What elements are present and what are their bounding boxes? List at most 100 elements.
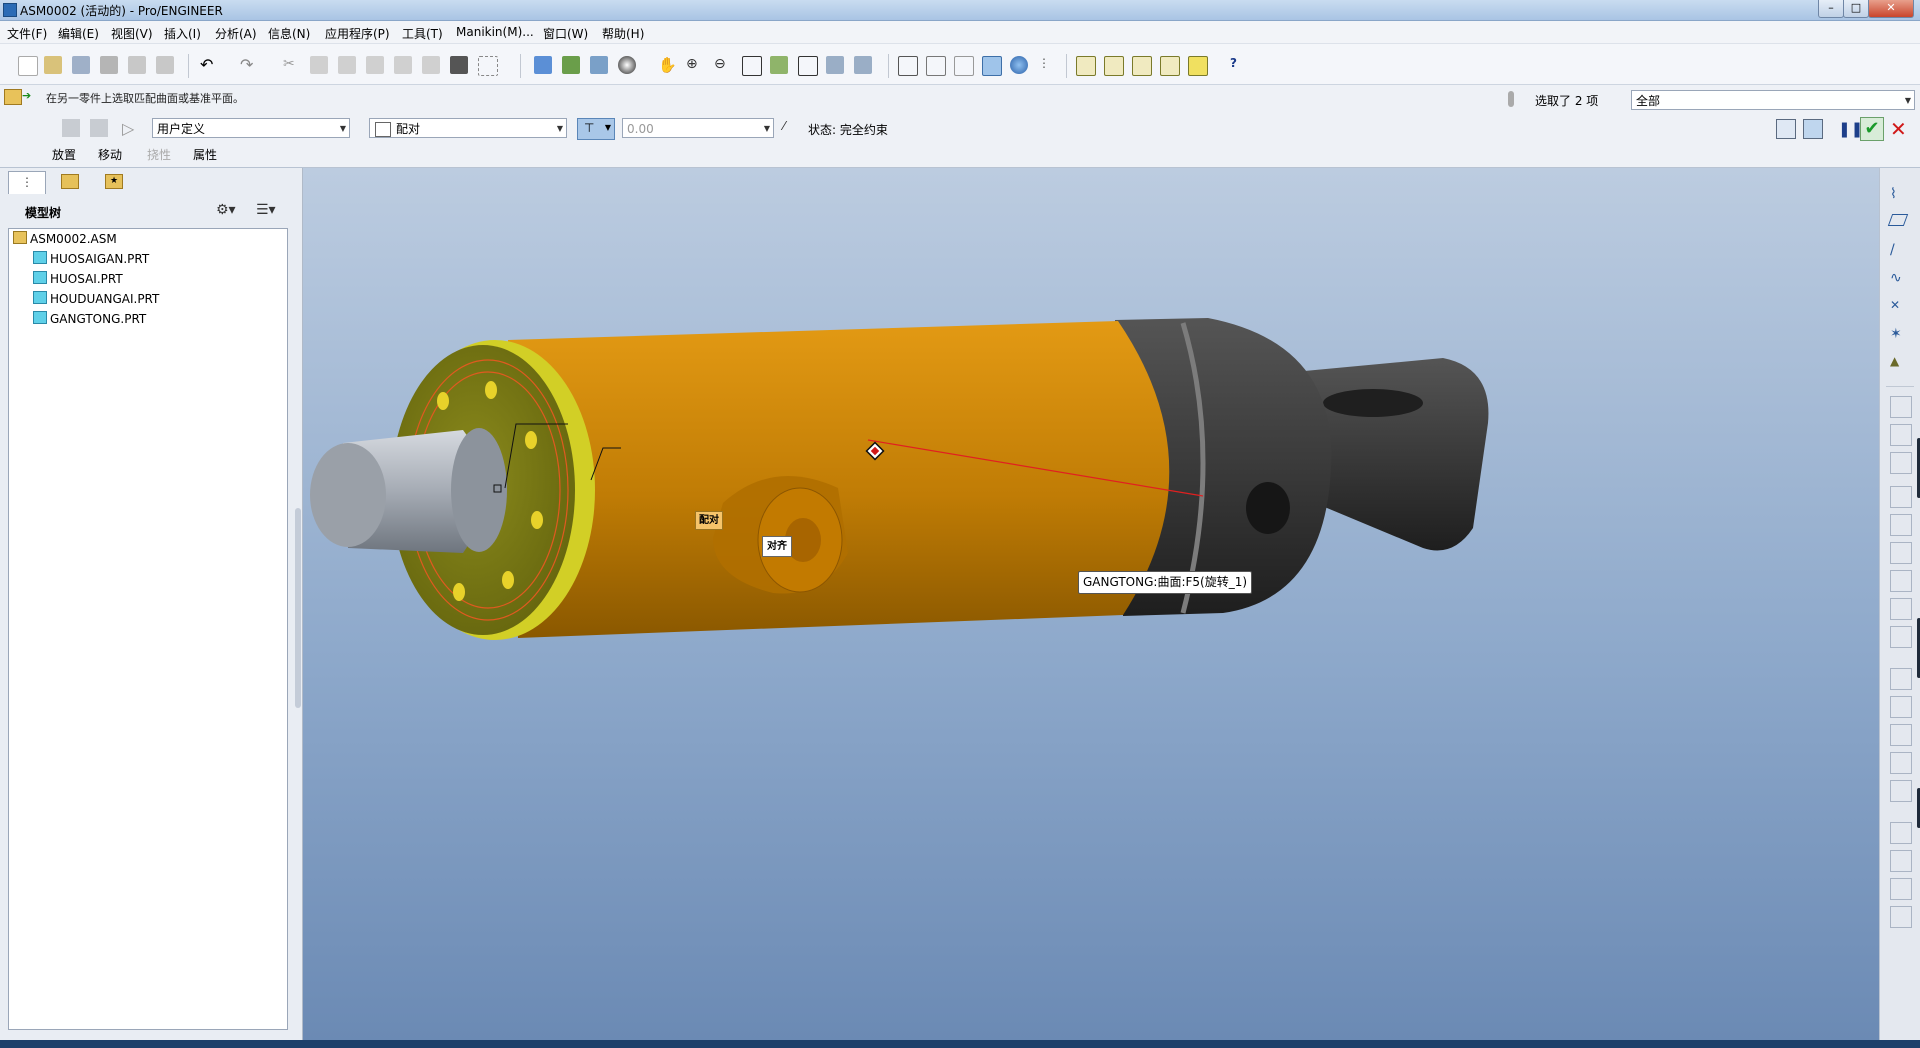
component-icon[interactable] [1890, 396, 1912, 418]
rib-icon[interactable] [1890, 878, 1912, 900]
model-tree-toggle-icon[interactable]: ⋮ [1038, 56, 1056, 74]
menu-edit[interactable]: 编辑(E) [58, 25, 99, 42]
datum-curve-icon[interactable]: ∿ [1890, 270, 1910, 290]
show-component-icon[interactable]: ▷ [122, 119, 140, 138]
enhanced-realism-icon[interactable] [1010, 56, 1028, 74]
open-file-icon[interactable] [44, 56, 62, 74]
zoom-out-icon[interactable]: ⊖ [714, 56, 732, 74]
component-window-icon[interactable] [1803, 119, 1823, 139]
flip-constraint-icon[interactable]: ⁄ [783, 119, 799, 135]
saved-views-icon[interactable] [798, 56, 818, 76]
menu-insert[interactable]: 插入(I) [164, 25, 201, 42]
print-icon[interactable] [100, 56, 118, 74]
refit-icon[interactable] [742, 56, 762, 76]
round-icon[interactable] [1890, 570, 1912, 592]
datum-axis-icon[interactable]: / [1890, 242, 1910, 262]
context-help-icon[interactable]: ? [1230, 56, 1248, 74]
align-constraint-tag[interactable]: 对齐 [762, 536, 792, 557]
no-hidden-icon[interactable] [954, 56, 974, 76]
menu-tools[interactable]: 工具(T) [402, 25, 443, 42]
menu-window[interactable]: 窗口(W) [543, 25, 588, 42]
maximize-button[interactable]: □ [1843, 0, 1869, 18]
mirror-icon[interactable] [1890, 696, 1912, 718]
extrude-cut-icon[interactable] [1890, 514, 1912, 536]
offset-icon[interactable] [1890, 780, 1912, 802]
chamfer-icon[interactable] [1890, 598, 1912, 620]
menu-view[interactable]: 视图(V) [111, 25, 153, 42]
print-preview-icon[interactable] [128, 56, 146, 74]
hidden-line-icon[interactable] [926, 56, 946, 76]
tab-flexibility[interactable]: 挠性 [147, 146, 171, 163]
view-manager-icon[interactable] [854, 56, 872, 74]
menu-info[interactable]: 信息(N) [268, 25, 310, 42]
datum-point-icon[interactable]: ✕ [1890, 298, 1910, 318]
close-window-button[interactable]: ✕ [1868, 0, 1914, 18]
sketch-tool-icon[interactable]: ⌇ [1890, 186, 1910, 206]
cut-icon[interactable]: ✂ [283, 56, 301, 74]
solidify-icon[interactable] [1890, 850, 1912, 872]
panel-splitter[interactable] [295, 508, 301, 708]
tab-properties[interactable]: 属性 [193, 146, 217, 163]
repaint-icon[interactable] [534, 56, 552, 74]
tree-item[interactable]: HUOSAI.PRT [33, 269, 123, 289]
selection-filter-select[interactable]: 全部 ▼ [1631, 90, 1915, 110]
tab-move[interactable]: 移动 [98, 146, 122, 163]
regen-manager-icon[interactable] [422, 56, 440, 74]
coordinate-system-icon[interactable]: ✶ [1890, 326, 1910, 346]
menu-help[interactable]: 帮助(H) [602, 25, 644, 42]
undo-icon[interactable]: ↶ [200, 56, 218, 74]
tab-favorites[interactable]: ★ [96, 172, 132, 192]
tab-placement[interactable]: 放置 [52, 146, 76, 163]
save-icon[interactable] [72, 56, 90, 74]
find-icon[interactable] [450, 56, 468, 74]
draft-icon[interactable] [1890, 626, 1912, 648]
orient-mode-icon[interactable] [590, 56, 608, 74]
package-icon[interactable] [1890, 452, 1912, 474]
copy-icon[interactable] [310, 56, 328, 74]
tree-settings-icon[interactable]: ⚙▾ [216, 202, 236, 218]
merge-icon[interactable] [1890, 724, 1912, 746]
graphics-viewport[interactable]: 配对 对齐 GANGTONG:曲面:F5(旋转_1) [303, 168, 1879, 1040]
pattern-icon[interactable] [1890, 668, 1912, 690]
menu-analysis[interactable]: 分析(A) [215, 25, 257, 42]
analysis-feature-icon[interactable]: ▲ [1890, 354, 1910, 374]
regenerate-icon[interactable] [394, 56, 412, 74]
tab-model-tree[interactable]: ⋮ [8, 171, 46, 194]
constraint-set-select[interactable]: 用户定义 ▼ [152, 118, 350, 138]
tree-show-icon[interactable]: ☰▾ [256, 202, 276, 218]
paste-icon[interactable] [338, 56, 356, 74]
minimize-button[interactable]: – [1818, 0, 1844, 18]
thicken-icon[interactable] [1890, 822, 1912, 844]
layers-icon[interactable] [826, 56, 844, 74]
wireframe-icon[interactable] [898, 56, 918, 76]
grid-icon[interactable] [1890, 906, 1912, 928]
mate-constraint-tag[interactable]: 配对 [695, 511, 723, 530]
new-file-icon[interactable] [18, 56, 38, 76]
zoom-in-icon[interactable]: ⊕ [686, 56, 704, 74]
datum-points-icon[interactable] [1132, 56, 1152, 76]
os-taskbar[interactable] [0, 1040, 1920, 1048]
constraint-type-select[interactable]: 配对 ▼ [369, 118, 567, 138]
separate-window-icon[interactable] [90, 119, 108, 137]
tab-folder-browser[interactable] [52, 172, 88, 192]
cancel-close-icon[interactable]: ✕ [1890, 117, 1907, 141]
annotation-display-icon[interactable] [1188, 56, 1208, 76]
offset-value-input[interactable]: 0.00 ▼ [622, 118, 774, 138]
shaded-icon[interactable] [982, 56, 1002, 76]
email-icon[interactable] [156, 56, 174, 74]
tree-item[interactable]: GANGTONG.PRT [33, 309, 146, 329]
confirm-check-icon[interactable]: ✔ [1860, 117, 1884, 141]
spin-center-icon[interactable] [562, 56, 580, 74]
tree-root[interactable]: ASM0002.ASM [13, 229, 117, 249]
reorient-icon[interactable] [770, 56, 788, 74]
menu-file[interactable]: 文件(F) [7, 25, 47, 42]
redo-icon[interactable]: ↷ [240, 56, 258, 74]
datum-axes-icon[interactable] [1104, 56, 1124, 76]
create-component-icon[interactable] [1890, 424, 1912, 446]
datum-planes-icon[interactable] [1076, 56, 1096, 76]
menu-manikin[interactable]: Manikin(M)... [456, 25, 534, 39]
hole-icon[interactable] [1890, 486, 1912, 508]
revolve-cut-icon[interactable] [1890, 542, 1912, 564]
use-interface-icon[interactable] [62, 119, 80, 137]
assembly-window-icon[interactable] [1776, 119, 1796, 139]
